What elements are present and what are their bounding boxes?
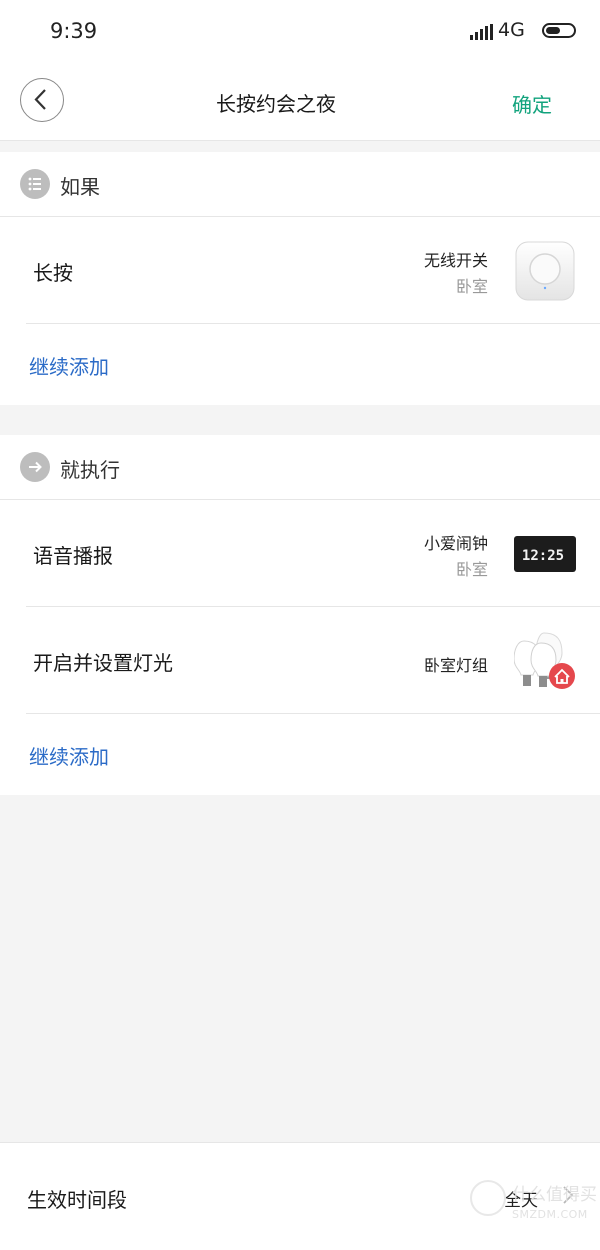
action-label: 开启并设置灯光 [33,651,173,675]
then-add-more-button[interactable]: 继续添加 [0,714,600,794]
status-bar: 9:39 4G [0,0,600,62]
if-add-more-button[interactable]: 继续添加 [0,324,600,404]
condition-row[interactable]: 长按 无线开关 卧室 [0,217,600,324]
action-label: 语音播报 [33,544,113,568]
watermark-text: 什么值得买 [512,1185,597,1205]
status-time: 9:39 [50,19,98,43]
add-more-label: 继续添加 [29,355,109,379]
if-section: 如果 长按 无线开关 卧室 继续添加 [0,152,600,405]
device-name: 卧室灯组 [423,656,488,675]
alarm-clock-icon: 12:25 [514,536,576,572]
watermark: 什么值得买 SMZDM.COM [470,1180,600,1240]
then-section: 就执行 语音播报 小爱闹钟 卧室 12:25 开启并设置灯光 卧室灯组 继续添加 [0,435,600,795]
bulb-group-icon [514,632,575,689]
device-room: 卧室 [455,560,488,579]
wireless-switch-icon [515,241,575,301]
then-section-header: 就执行 [0,435,600,500]
add-more-label: 继续添加 [29,745,109,769]
action-row[interactable]: 开启并设置灯光 卧室灯组 [0,607,600,714]
watermark-subtext: SMZDM.COM [512,1208,588,1221]
effective-period-label: 生效时间段 [27,1188,127,1212]
watermark-logo-icon [470,1180,506,1216]
device-name: 无线开关 [423,251,488,270]
network-type: 4G [498,19,525,41]
confirm-button[interactable]: 确定 [512,89,552,118]
then-section-title: 就执行 [60,458,120,482]
battery-icon [542,23,576,38]
page-title: 长按约会之夜 [216,92,336,116]
device-name: 小爱闹钟 [423,534,488,553]
if-section-title: 如果 [60,175,100,199]
condition-label: 长按 [33,261,73,285]
device-room: 卧室 [455,277,488,296]
if-section-header: 如果 [0,152,600,217]
nav-bar: 长按约会之夜 确定 [0,62,600,141]
action-row[interactable]: 语音播报 小爱闹钟 卧室 12:25 [0,500,600,607]
arrow-right-icon [20,452,50,482]
list-icon [20,169,50,199]
signal-icon [470,24,493,40]
clock-display-text: 12:25 [522,548,564,564]
